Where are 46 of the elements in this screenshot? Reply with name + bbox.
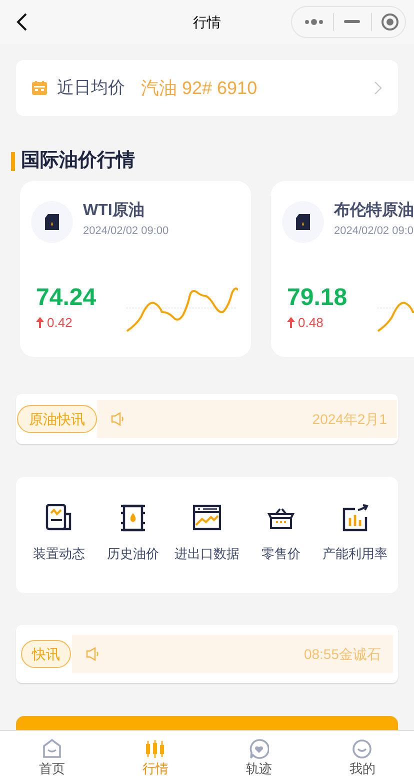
section-title: 国际油价行情 (21, 150, 135, 172)
chat-bubble-icon (248, 739, 269, 759)
tab-item[interactable]: 首页 (0, 731, 104, 780)
update-time: 2024/02/02 09:0 (334, 224, 414, 239)
back-icon[interactable] (16, 12, 28, 32)
tab-item[interactable]: 轨迹 (207, 731, 310, 780)
price-change: 0.48 (298, 314, 324, 332)
capsule-menu[interactable] (291, 6, 406, 38)
barrel-icon (119, 504, 147, 532)
price-change: 0.42 (47, 314, 72, 332)
up-arrow-icon (287, 317, 295, 328)
average-price-label: 近日均价 (57, 77, 125, 100)
average-price-value: 汽油 92# 6910 (141, 76, 258, 100)
shortcut-item[interactable]: 零售价 (244, 504, 318, 593)
chart-window-icon (193, 504, 221, 532)
close-icon[interactable] (381, 13, 399, 31)
news-text: 08:55金诚石 (304, 644, 381, 664)
minimize-icon[interactable] (344, 20, 360, 24)
shortcut-item[interactable]: 装置动态 (22, 504, 96, 593)
shortcut-item[interactable]: 历史油价 (96, 504, 170, 593)
more-icon[interactable] (304, 18, 324, 26)
update-time: 2024/02/02 09:00 (83, 224, 169, 239)
tab-item[interactable]: 我的 (310, 731, 414, 780)
oil-name: 布伦特原油 (334, 201, 414, 221)
page-title: 行情 (193, 12, 221, 32)
bar-chart-icon (341, 504, 369, 532)
oil-price-card[interactable]: WTI原油 2024/02/02 09:00 74.24 0.42 (20, 181, 251, 357)
news-badge: 快讯 (21, 640, 71, 668)
up-arrow-icon (36, 317, 44, 328)
oil-name: WTI原油 (83, 201, 146, 221)
shortcut-item[interactable]: 进出口数据 (170, 504, 244, 593)
home-icon (42, 739, 62, 759)
smile-icon (352, 739, 372, 759)
oil-can-icon (296, 214, 310, 230)
oil-price-card[interactable]: 布伦特原油 2024/02/02 09:0 79.18 0.48 (271, 181, 414, 357)
news-text: 2024年2月1 (312, 410, 387, 428)
average-price-card[interactable]: 近日均价 汽油 92# 6910 (16, 60, 398, 116)
chevron-right-icon (374, 81, 382, 95)
report-icon (45, 504, 73, 532)
news-badge: 原油快讯 (17, 405, 97, 433)
calendar-icon (32, 81, 47, 95)
candlestick-icon (145, 739, 166, 759)
oil-price: 79.18 (287, 285, 348, 311)
oil-price: 74.24 (36, 285, 96, 311)
oil-can-icon (45, 214, 59, 230)
shortcut-item[interactable]: 产能利用率 (318, 504, 392, 593)
